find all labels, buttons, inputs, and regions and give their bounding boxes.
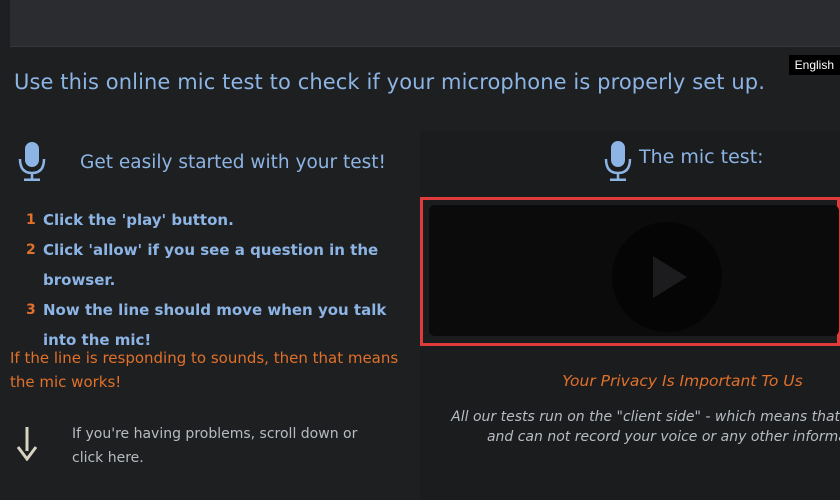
page-headline: Use this online mic test to check if you…: [14, 70, 766, 94]
visualizer-screen: [429, 205, 839, 336]
down-arrow-icon: [16, 427, 38, 465]
step-number: 1: [26, 212, 36, 228]
privacy-text: All our tests run on the "client side" -…: [451, 409, 840, 445]
top-banner: [10, 0, 840, 47]
play-icon: [653, 256, 687, 298]
help-note-link[interactable]: If you're having problems, scroll down o…: [72, 422, 362, 470]
steps-list: 1 Click the 'play' button. 2 Click 'allo…: [26, 205, 418, 355]
step-text: Click the 'play' button.: [43, 211, 234, 229]
microphone-icon: [603, 141, 633, 183]
mic-test-player: [420, 197, 840, 346]
microphone-icon: [17, 142, 47, 182]
step-item: 2 Click 'allow' if you see a question in…: [26, 235, 418, 295]
privacy-title: Your Privacy Is Important To Us: [562, 372, 803, 390]
instructions-title: Get easily started with your test!: [80, 152, 386, 173]
mic-test-page: English Use this online mic test to chec…: [0, 0, 840, 500]
step-number: 2: [26, 242, 36, 258]
language-selector[interactable]: English: [788, 55, 840, 75]
step-item: 1 Click the 'play' button.: [26, 205, 418, 235]
mic-test-title: The mic test:: [639, 146, 764, 168]
step-text: Now the line should move when you talk i…: [43, 301, 387, 349]
works-note: If the line is responding to sounds, the…: [10, 349, 399, 391]
step-text: Click 'allow' if you see a question in t…: [43, 241, 379, 289]
play-button[interactable]: [612, 222, 722, 332]
step-number: 3: [26, 302, 36, 318]
